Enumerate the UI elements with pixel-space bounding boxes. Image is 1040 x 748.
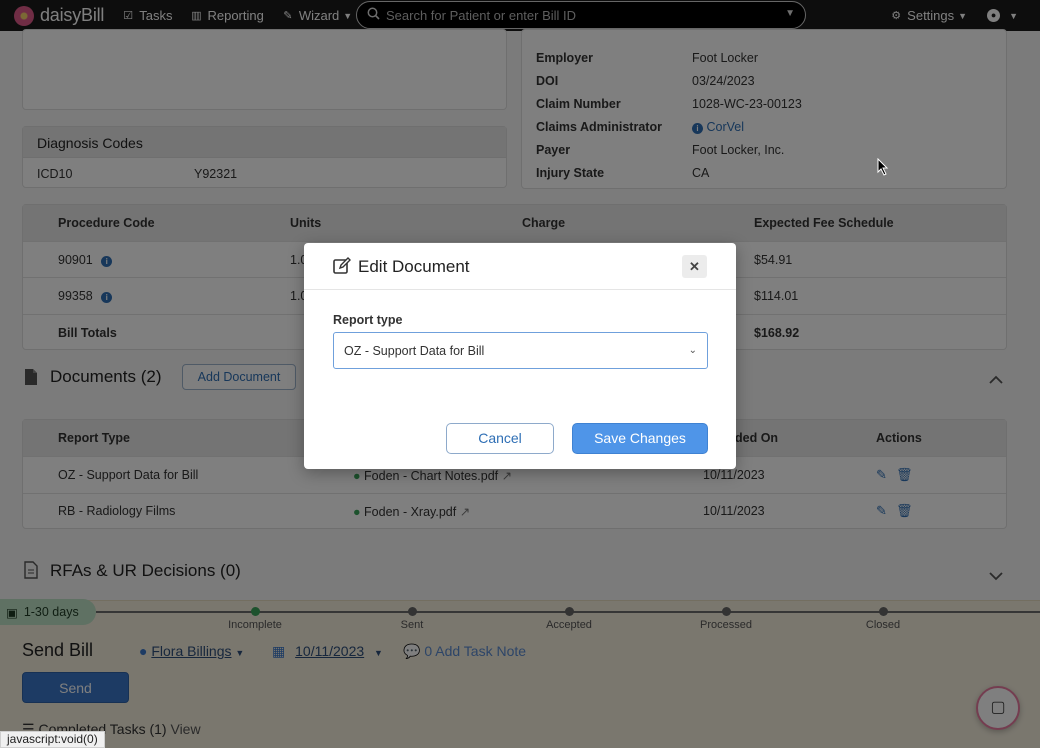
modal-title: Edit Document: [358, 257, 470, 276]
report-type-select[interactable]: OZ - Support Data for Bill ⌄: [333, 332, 708, 369]
chevron-down-icon: ⌄: [688, 345, 697, 356]
status-bar-url: javascript:void(0): [0, 731, 105, 748]
cancel-button[interactable]: Cancel: [446, 423, 554, 454]
edit-document-icon: [333, 257, 351, 278]
modal-header: Edit Document ✕: [304, 243, 736, 290]
mouse-cursor-icon: [877, 157, 889, 179]
report-type-label: Report type: [333, 313, 403, 327]
close-icon[interactable]: ✕: [682, 255, 707, 278]
report-type-selected: OZ - Support Data for Bill: [344, 343, 485, 358]
edit-document-modal: Edit Document ✕ Report type OZ - Support…: [304, 243, 736, 469]
save-changes-button[interactable]: Save Changes: [572, 423, 708, 454]
